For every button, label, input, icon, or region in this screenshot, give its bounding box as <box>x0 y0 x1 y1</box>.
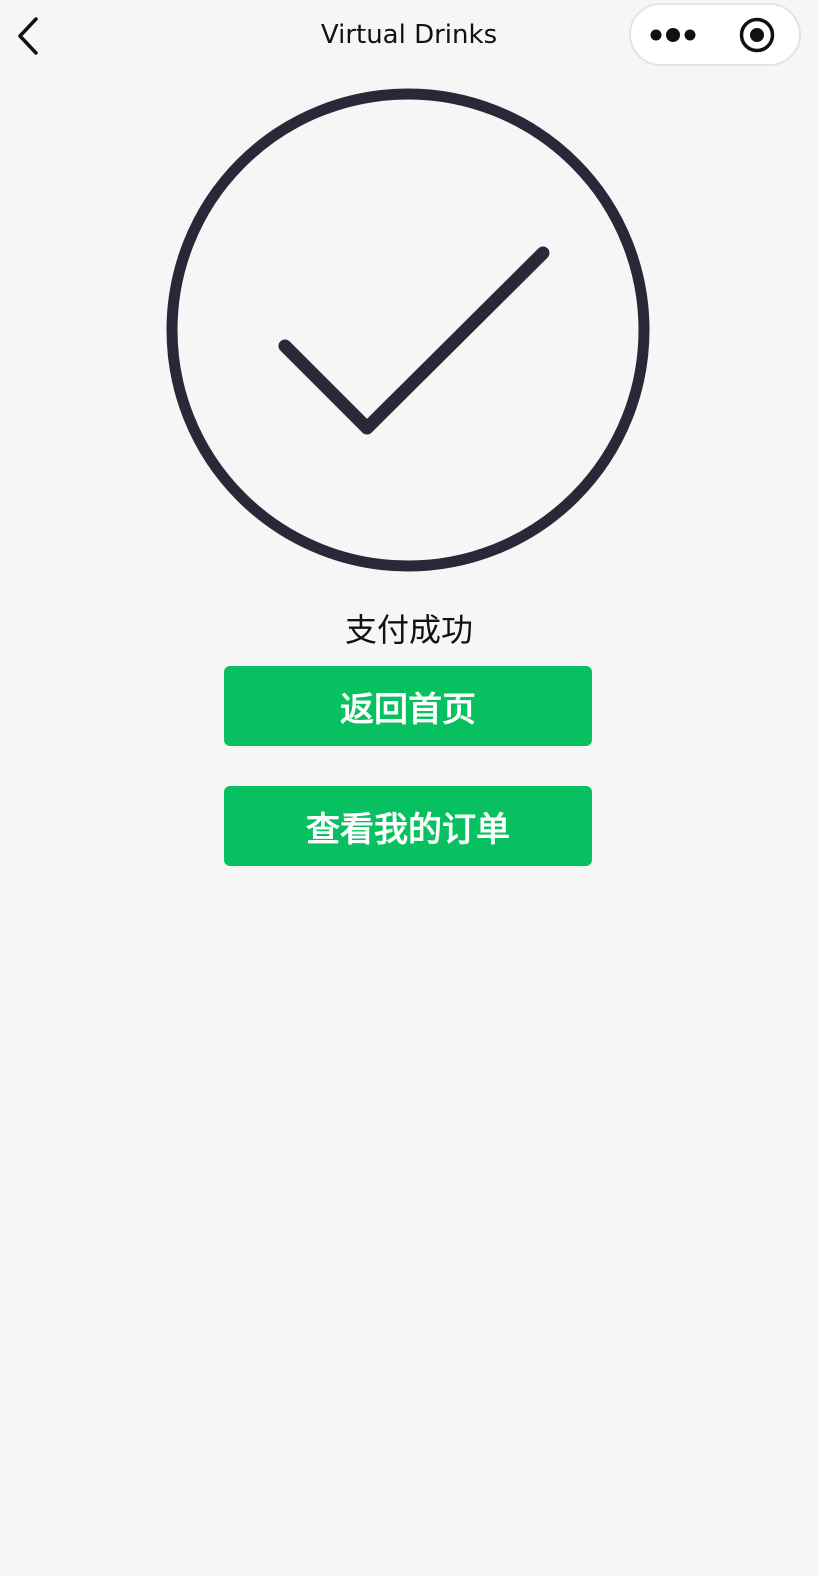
more-button[interactable] <box>631 5 715 64</box>
chevron-left-icon <box>18 17 38 55</box>
payment-status-text: 支付成功 <box>344 611 473 649</box>
back-button[interactable] <box>8 14 48 58</box>
more-dots-icon <box>650 27 696 42</box>
check-circle-icon <box>166 88 650 572</box>
capsule-menu <box>629 3 801 66</box>
navigation-bar: Virtual Drinks <box>0 0 818 70</box>
view-orders-button[interactable]: 查看我的订单 <box>224 786 592 866</box>
close-button[interactable] <box>715 5 799 64</box>
return-home-button[interactable]: 返回首页 <box>224 666 592 746</box>
target-circle-icon <box>739 17 775 52</box>
